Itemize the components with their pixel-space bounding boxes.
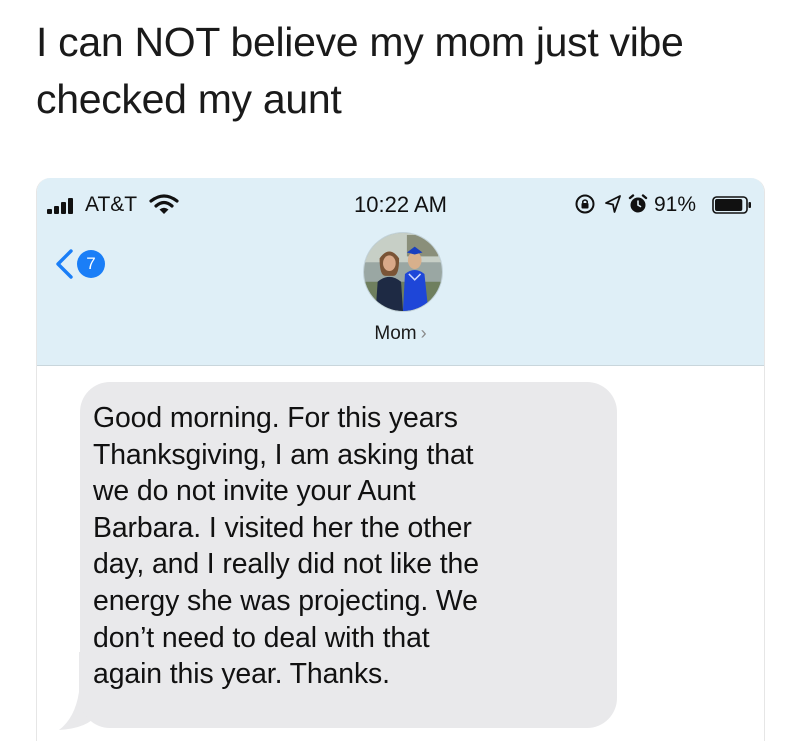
chevron-right-icon: › (420, 323, 427, 343)
message-line: Barbara. I visited her the other (93, 511, 472, 544)
battery-icon (712, 196, 751, 214)
post-caption: I can NOT believe my mom just vibe check… (36, 14, 776, 128)
location-icon (605, 195, 621, 213)
message-line: Good morning. For this years (93, 402, 458, 434)
battery-percent: 91% (654, 193, 697, 216)
message-line: energy she was projecting. We (93, 584, 478, 617)
conversation-header: AT&T 10:22 AM 91% 7 Mom › (37, 178, 764, 366)
message-line: we do not invite your Aunt (93, 475, 416, 508)
caption-line-2: checked my aunt (36, 76, 342, 122)
caption-line-1: I can NOT believe my mom just vibe (36, 19, 684, 65)
status-bar: AT&T 10:22 AM 91% (37, 178, 764, 224)
message-line: Thanksgiving, I am asking that (93, 438, 474, 471)
message-text: Good morning. For this years Thanksgivin… (93, 400, 605, 693)
message-line: day, and I really did not like the (93, 548, 479, 581)
phone-screenshot: AT&T 10:22 AM 91% 7 Mom › Good morning. … (36, 178, 765, 741)
rotation-lock-icon (575, 194, 595, 214)
message-line: again this year. Thanks. (93, 658, 390, 691)
contact-avatar[interactable] (363, 232, 443, 312)
message-bubble[interactable]: Good morning. For this years Thanksgivin… (80, 382, 617, 728)
contact-name-row[interactable]: Mom › (37, 321, 764, 347)
alarm-icon (628, 194, 648, 213)
message-line: don’t need to deal with that (93, 621, 430, 654)
unread-count-badge: 7 (77, 250, 105, 278)
back-chevron-icon (56, 249, 73, 279)
back-button[interactable]: 7 (51, 246, 115, 282)
contact-name: Mom (374, 323, 417, 344)
